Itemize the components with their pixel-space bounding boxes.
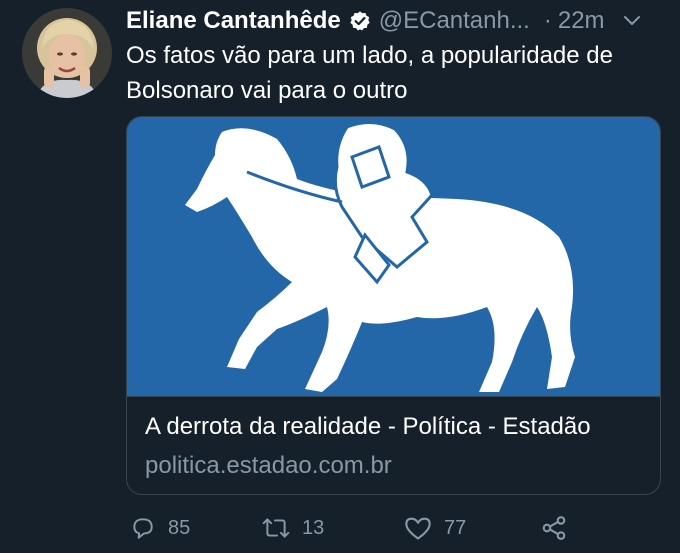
chevron-down-icon[interactable] [621, 10, 643, 32]
card-divider [127, 396, 660, 397]
author-handle[interactable]: @ECantanh... [379, 7, 530, 35]
card-image[interactable] [127, 117, 660, 396]
heart-icon [405, 517, 431, 540]
retweet-button[interactable]: 13 [262, 508, 324, 548]
share-button[interactable] [540, 508, 568, 548]
reply-button[interactable]: 85 [130, 508, 190, 548]
reply-icon [133, 518, 153, 539]
tweet-header: Eliane Cantanhêde @ECantanh... · 22m [126, 4, 666, 38]
like-button[interactable]: 77 [404, 508, 466, 548]
card-title[interactable]: A derrota da realidade - Política - Esta… [145, 413, 591, 441]
tweet-actions: 85 13 77 [126, 508, 666, 548]
avatar-portrait-icon [22, 8, 112, 98]
tweet-timestamp[interactable]: 22m [558, 7, 605, 35]
tweet-text: Os fatos vão para um lado, a popularidad… [126, 42, 613, 104]
reply-count: 85 [168, 516, 191, 539]
time-separator: · [543, 7, 552, 34]
share-icon [542, 516, 566, 540]
like-count: 77 [444, 516, 467, 539]
author-name[interactable]: Eliane Cantanhêde [126, 7, 341, 35]
horse-rider-icon [185, 121, 575, 392]
tweet[interactable]: Eliane Cantanhêde @ECantanh... · 22m Os … [0, 0, 680, 553]
retweet-count: 13 [302, 516, 325, 539]
author-avatar[interactable] [22, 8, 112, 98]
link-card[interactable]: A derrota da realidade - Política - Esta… [126, 116, 661, 495]
card-domain: politica.estadao.com.br [145, 452, 392, 479]
retweet-icon [262, 518, 290, 538]
verified-badge-icon [349, 10, 371, 32]
